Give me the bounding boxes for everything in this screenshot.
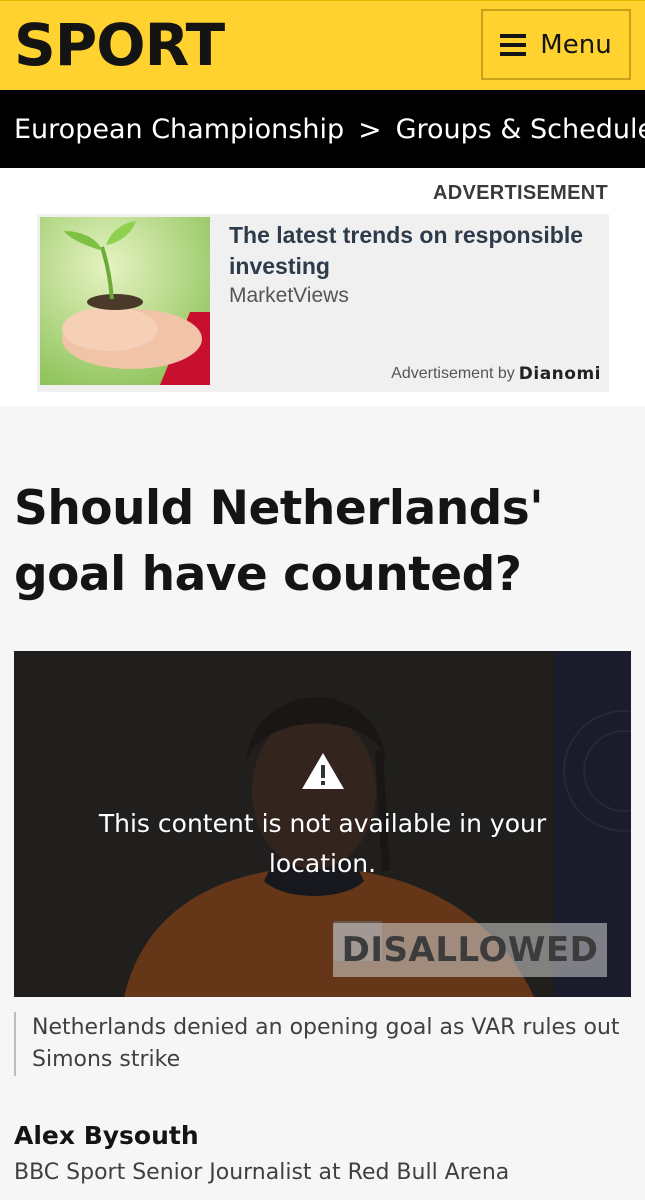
ad-title[interactable]: The latest trends on responsible investi… — [229, 220, 589, 282]
author-name: Alex Bysouth — [14, 1121, 199, 1150]
ad-attribution-label: Advertisement by — [391, 365, 515, 382]
disallowed-badge: DISALLOWED — [333, 923, 607, 977]
unavailable-notice: This content is not available in your lo… — [14, 751, 631, 884]
ad-image-seedling-hands — [40, 217, 210, 385]
advertisement-card[interactable]: The latest trends on responsible investi… — [37, 214, 609, 392]
chevron-right-icon: > — [358, 112, 382, 146]
advertisement-label: ADVERTISEMENT — [432, 182, 608, 204]
breadcrumb-item-groups-schedule[interactable]: Groups & Schedule — [396, 114, 645, 145]
unavailable-message: This content is not available in your lo… — [98, 809, 547, 878]
breadcrumb-item-european-championship[interactable]: European Championship — [14, 114, 344, 145]
hamburger-icon — [500, 33, 527, 56]
sport-logo[interactable]: SPORT — [14, 11, 225, 79]
video-player[interactable]: This content is not available in your lo… — [14, 651, 631, 997]
menu-button-label: Menu — [540, 29, 612, 60]
site-header: SPORT Menu — [0, 0, 645, 90]
media-caption: Netherlands denied an opening goal as VA… — [14, 1012, 624, 1076]
ad-attribution[interactable]: Advertisement by Dianomi — [391, 364, 601, 384]
warning-icon — [300, 751, 346, 796]
author-role: BBC Sport Senior Journalist at Red Bull … — [14, 1160, 510, 1185]
menu-button[interactable]: Menu — [481, 9, 631, 80]
dianomi-logo: Dianomi — [518, 364, 601, 384]
ad-source: MarketViews — [229, 284, 349, 307]
advertisement-section: ADVERTISEMENT The latest trends on respo… — [0, 168, 645, 406]
breadcrumb: European Championship > Groups & Schedul… — [0, 90, 645, 168]
article-headline: Should Netherlands' goal have counted? — [14, 481, 544, 602]
